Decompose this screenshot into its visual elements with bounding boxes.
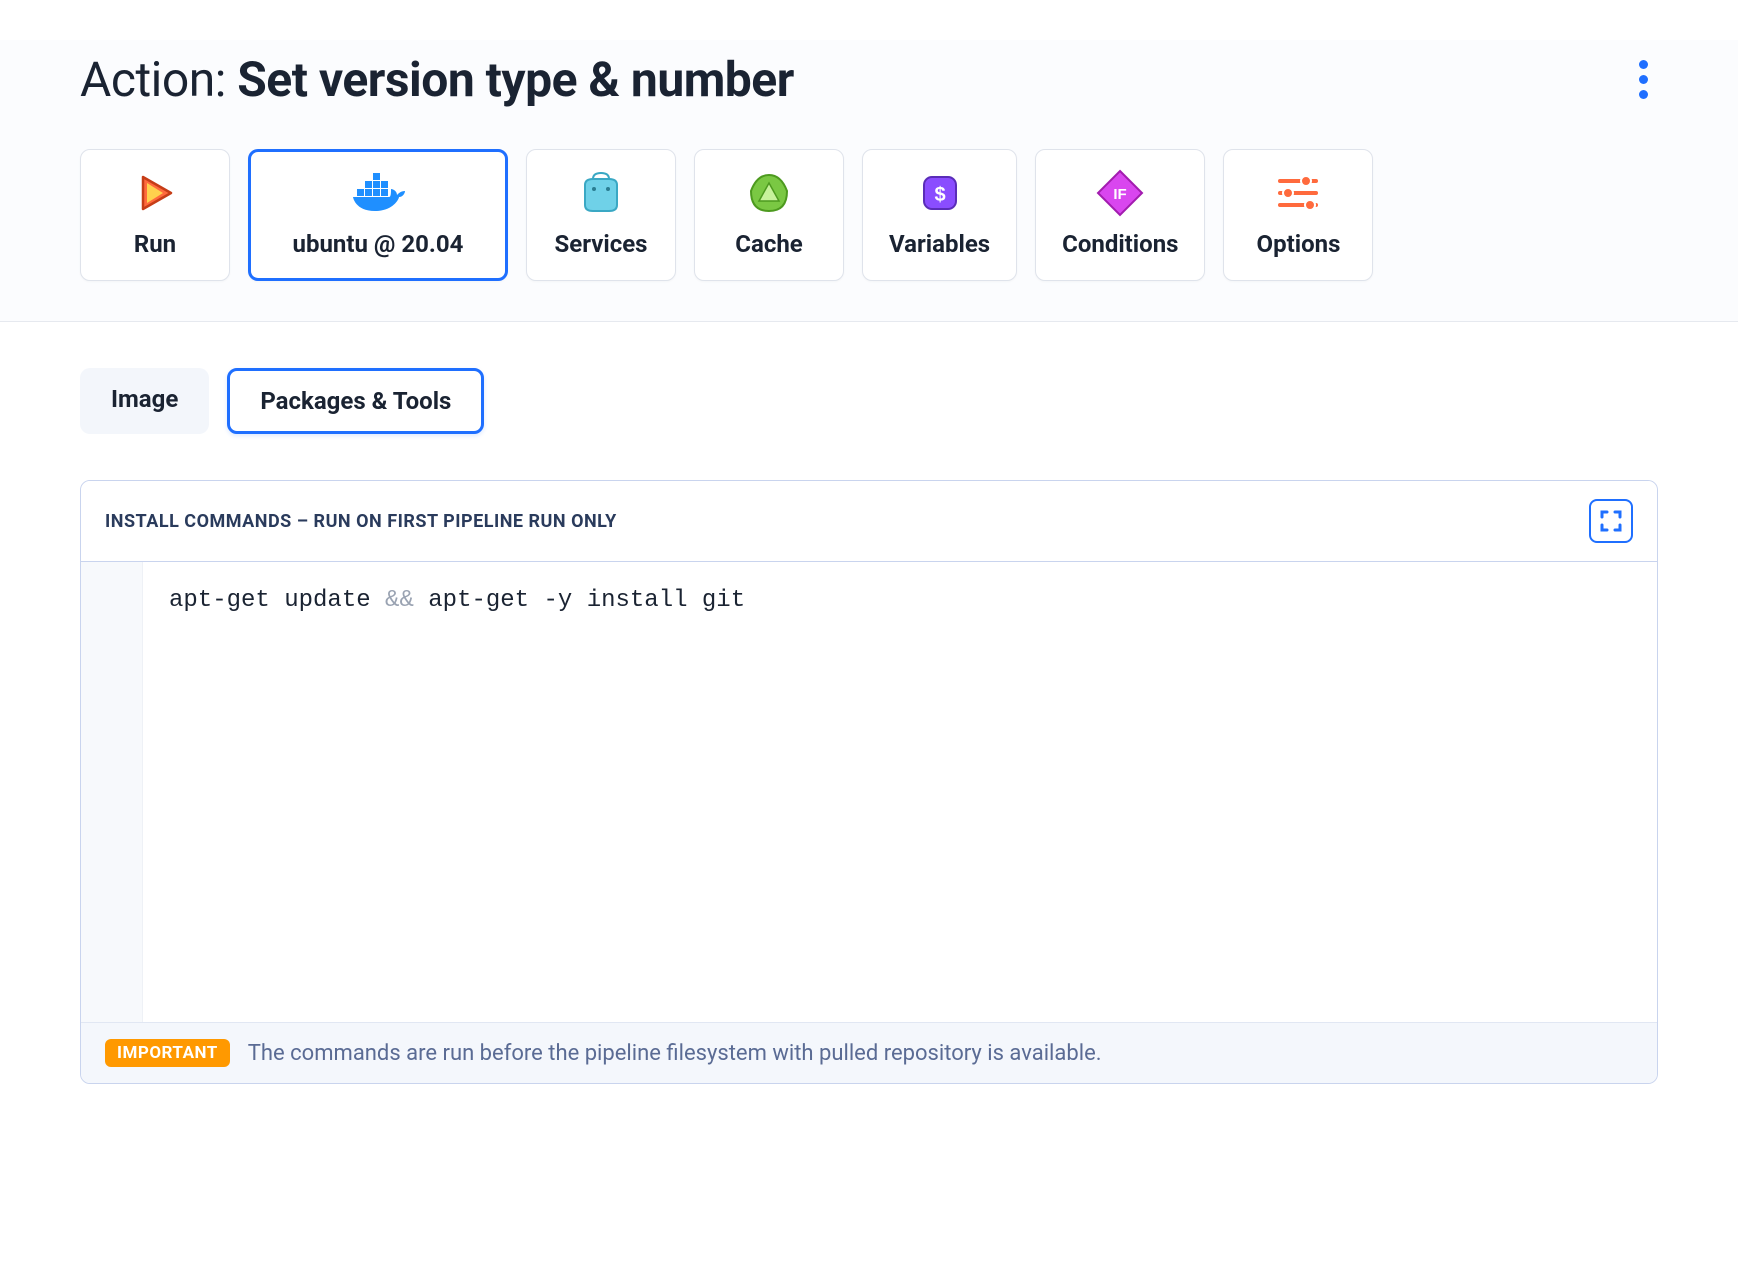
tab-variables-label: Variables	[889, 230, 990, 258]
expand-icon	[1599, 509, 1623, 533]
main-tabs: Run ubuntu @ 20.04	[80, 149, 1658, 281]
tab-conditions[interactable]: IF Conditions	[1035, 149, 1205, 281]
docker-icon	[349, 170, 407, 216]
editor-gutter	[81, 562, 143, 1022]
tab-options-label: Options	[1257, 230, 1341, 258]
editor-footer-text: The commands are run before the pipeline…	[248, 1041, 1102, 1066]
tab-run[interactable]: Run	[80, 149, 230, 281]
page-title-prefix: Action:	[80, 51, 237, 108]
svg-text:IF: IF	[1114, 186, 1127, 203]
page-title: Action: Set version type & number	[80, 51, 794, 108]
tab-run-label: Run	[134, 230, 176, 258]
diamond-if-icon: IF	[1096, 170, 1144, 216]
subtab-image-label: Image	[111, 385, 178, 413]
play-icon	[133, 170, 177, 216]
subtab-image[interactable]: Image	[80, 368, 209, 434]
page-title-main: Set version type & number	[237, 51, 794, 108]
expand-editor-button[interactable]	[1589, 499, 1633, 543]
editor-footer: IMPORTANT The commands are run before th…	[81, 1022, 1657, 1083]
tab-conditions-label: Conditions	[1062, 230, 1178, 258]
subtab-packages[interactable]: Packages & Tools	[227, 368, 484, 434]
tab-services[interactable]: Services	[526, 149, 676, 281]
important-badge: IMPORTANT	[105, 1039, 230, 1067]
install-commands-editor[interactable]: apt-get update && apt-get -y install git	[143, 562, 1657, 1022]
sliders-icon	[1274, 170, 1322, 216]
tab-cache[interactable]: Cache	[694, 149, 844, 281]
bag-icon	[579, 170, 623, 216]
svg-text:$: $	[934, 184, 945, 206]
tab-services-label: Services	[554, 230, 647, 258]
tab-variables[interactable]: $ Variables	[862, 149, 1017, 281]
tab-cache-label: Cache	[735, 230, 802, 258]
kebab-menu-button[interactable]	[1629, 50, 1658, 109]
tab-environment-label: ubuntu @ 20.04	[293, 230, 464, 258]
install-commands-panel: Install commands – run on first pipeline…	[80, 480, 1658, 1084]
editor-header-label: Install commands – run on first pipeline…	[105, 511, 617, 532]
tab-environment[interactable]: ubuntu @ 20.04	[248, 149, 508, 281]
tab-options[interactable]: Options	[1223, 149, 1373, 281]
variable-icon: $	[918, 170, 962, 216]
sub-tabs: Image Packages & Tools	[80, 368, 1658, 434]
subtab-packages-label: Packages & Tools	[260, 387, 451, 415]
shield-triangle-icon	[747, 170, 791, 216]
